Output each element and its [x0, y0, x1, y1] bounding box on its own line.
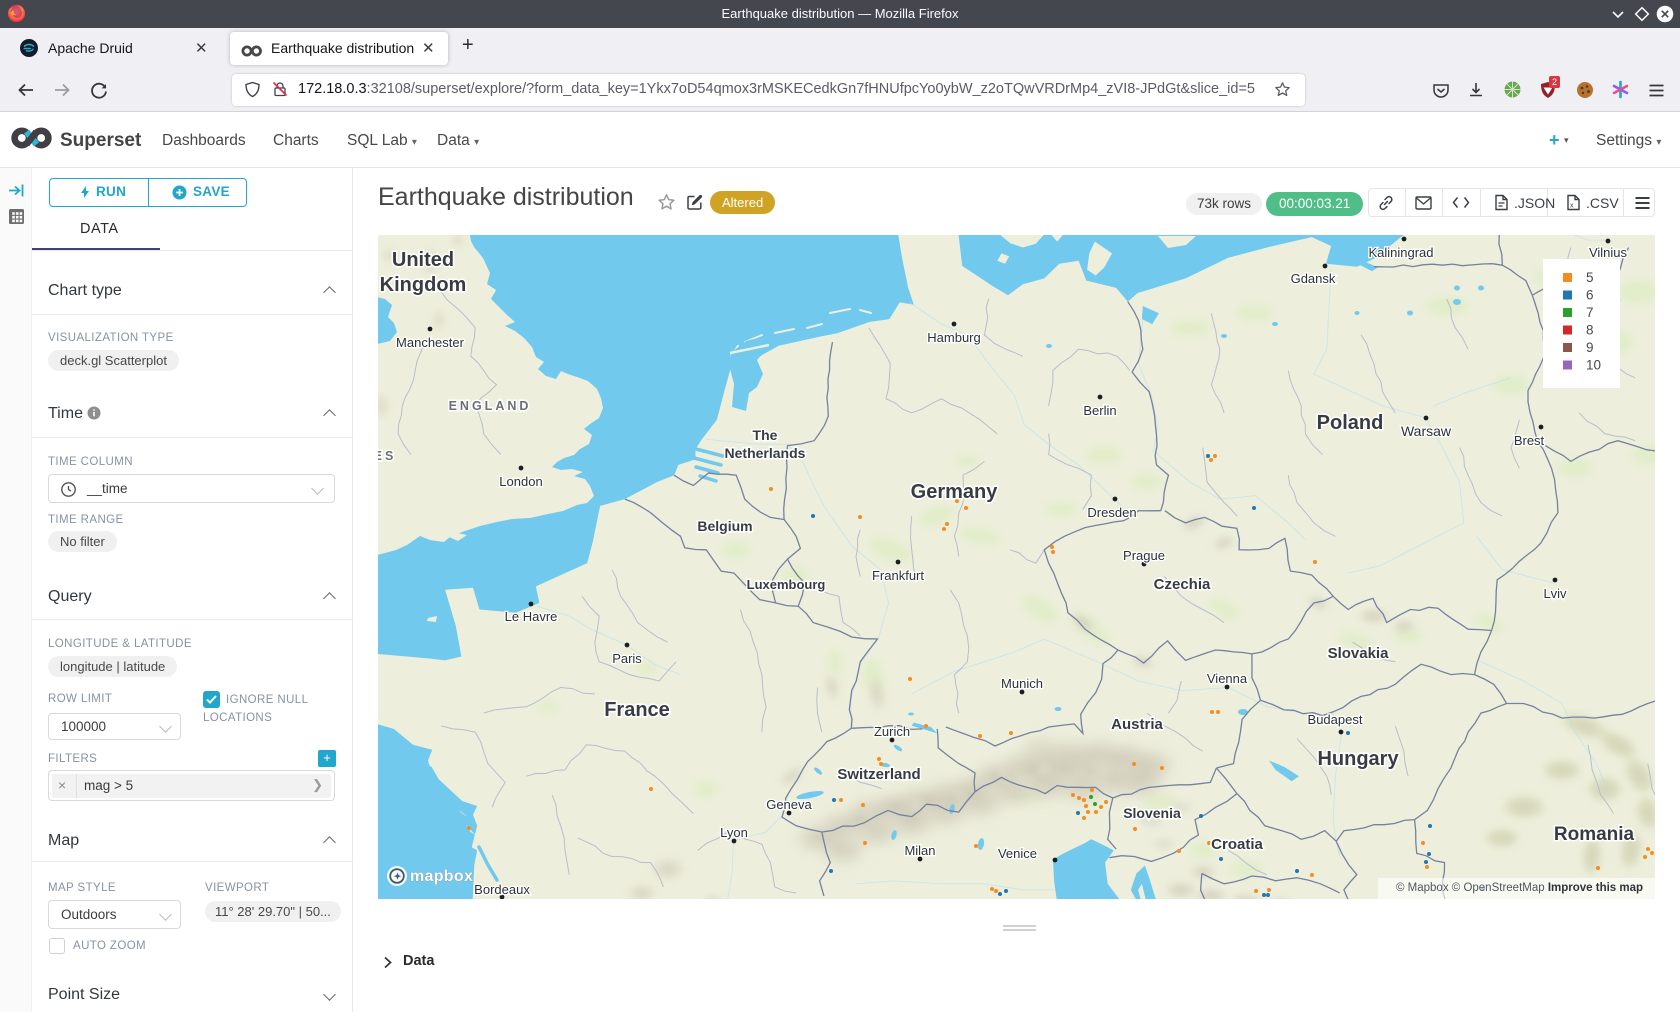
svg-text:Zurich: Zurich [874, 724, 910, 739]
svg-text:Dresden: Dresden [1087, 505, 1136, 520]
svg-text:United: United [392, 249, 454, 271]
svg-text:Hamburg: Hamburg [927, 330, 980, 345]
svg-text:Kingdom: Kingdom [380, 274, 467, 296]
svg-text:Le Havre: Le Havre [505, 609, 558, 624]
svg-text:Vienna: Vienna [1207, 671, 1248, 686]
svg-text:Paris: Paris [612, 651, 642, 666]
svg-text:Milan: Milan [904, 843, 935, 858]
svg-text:Lviv: Lviv [1543, 586, 1567, 601]
svg-text:10: 10 [1586, 358, 1601, 373]
svg-text:ENGLAND: ENGLAND [449, 399, 532, 413]
svg-text:Luxembourg: Luxembourg [747, 577, 826, 592]
svg-text:Hungary: Hungary [1317, 748, 1399, 770]
svg-text:Czechia: Czechia [1154, 576, 1211, 593]
svg-text:Budapest: Budapest [1308, 712, 1363, 727]
svg-text:ES: ES [378, 449, 396, 463]
svg-text:5: 5 [1586, 270, 1594, 285]
svg-text:France: France [604, 699, 670, 721]
svg-text:Austria: Austria [1111, 716, 1163, 733]
svg-text:Lyon: Lyon [720, 825, 748, 840]
svg-text:Switzerland: Switzerland [837, 766, 920, 783]
svg-text:8: 8 [1586, 323, 1594, 338]
svg-text:Kaliningrad: Kaliningrad [1368, 245, 1433, 260]
svg-text:Gdansk: Gdansk [1291, 271, 1336, 286]
svg-text:6: 6 [1586, 288, 1594, 303]
svg-text:The: The [753, 427, 778, 443]
svg-text:Vilnius: Vilnius [1589, 245, 1628, 260]
svg-text:Prague: Prague [1123, 548, 1165, 563]
svg-text:Berlin: Berlin [1083, 403, 1116, 418]
svg-text:Munich: Munich [1001, 676, 1043, 691]
svg-text:Bordeaux: Bordeaux [474, 882, 530, 897]
svg-text:Croatia: Croatia [1211, 836, 1263, 853]
svg-text:Netherlands: Netherlands [725, 445, 806, 461]
svg-text:Poland: Poland [1317, 412, 1384, 434]
svg-text:Slovakia: Slovakia [1328, 645, 1390, 662]
svg-text:9: 9 [1586, 340, 1594, 355]
svg-text:Slovenia: Slovenia [1123, 805, 1181, 821]
svg-text:Germany: Germany [911, 481, 999, 503]
svg-text:Warsaw: Warsaw [1401, 423, 1452, 439]
svg-text:© Mapbox © OpenStreetMap Impro: © Mapbox © OpenStreetMap Improve this ma… [1396, 882, 1643, 894]
svg-text:Geneva: Geneva [766, 797, 812, 812]
svg-text:Frankfurt: Frankfurt [872, 568, 924, 583]
svg-text:London: London [499, 474, 542, 489]
svg-text:mapbox: mapbox [410, 868, 473, 885]
svg-text:7: 7 [1586, 305, 1594, 320]
svg-text:Brest: Brest [1514, 433, 1545, 448]
svg-text:Venice: Venice [998, 846, 1037, 861]
svg-text:Belgium: Belgium [697, 518, 752, 534]
svg-text:Romania: Romania [1554, 824, 1635, 845]
svg-text:Manchester: Manchester [396, 335, 465, 350]
svg-text:x: x [1570, 203, 1574, 210]
